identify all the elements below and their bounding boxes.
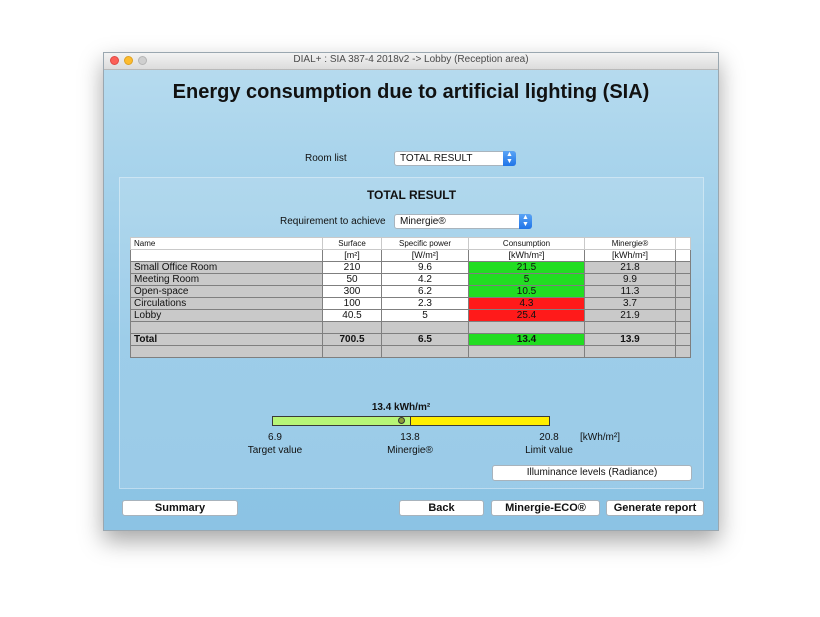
requirement-label: Requirement to achieve xyxy=(280,216,386,227)
panel-title: TOTAL RESULT xyxy=(366,188,457,202)
total-power: 6.5 xyxy=(381,333,469,346)
row-name: Open-space xyxy=(130,285,323,298)
table-spacer-row xyxy=(130,345,691,358)
gauge-unit: [kWh/m²] xyxy=(580,432,620,443)
header-power: Specific power xyxy=(381,237,469,250)
row-surface[interactable]: 50 xyxy=(322,273,382,286)
row-power[interactable]: 9.6 xyxy=(381,261,469,274)
total-surface: 700.5 xyxy=(322,333,382,346)
gauge-value-label: 13.4 kWh/m² xyxy=(371,402,431,413)
row-minergie: 9.9 xyxy=(584,273,676,286)
summary-button[interactable]: Summary xyxy=(122,500,238,516)
row-pad xyxy=(675,297,691,310)
chevron-updown-icon: ▲ ▼ xyxy=(519,214,532,229)
table-row[interactable]: Meeting Room 50 4.2 5 9.9 xyxy=(130,273,691,286)
row-surface[interactable]: 40.5 xyxy=(322,309,382,322)
generate-report-button[interactable]: Generate report xyxy=(606,500,704,516)
gauge-minergie-caption: Minergie® xyxy=(387,445,433,456)
row-pad xyxy=(675,273,691,286)
row-pad xyxy=(675,261,691,274)
table-spacer-row xyxy=(130,321,691,334)
row-minergie: 21.9 xyxy=(584,309,676,322)
total-name: Total xyxy=(130,333,323,346)
row-name: Lobby xyxy=(130,309,323,322)
row-name: Circulations xyxy=(130,297,323,310)
table-units-row: [m²] [W/m²] [kWh/m²] [kWh/m²] xyxy=(130,249,691,262)
row-power[interactable]: 6.2 xyxy=(381,285,469,298)
row-consumption: 5 xyxy=(468,273,585,286)
header-consumption: Consumption xyxy=(468,237,585,250)
unit-minergie: [kWh/m²] xyxy=(584,249,676,262)
results-table: Name Surface Specific power Consumption … xyxy=(130,237,691,358)
table-header-row: Name Surface Specific power Consumption … xyxy=(130,237,691,250)
table-row[interactable]: Lobby 40.5 5 25.4 21.9 xyxy=(130,309,691,322)
row-consumption: 25.4 xyxy=(468,309,585,322)
chevron-updown-icon: ▲ ▼ xyxy=(503,151,516,166)
room-list-label: Room list xyxy=(305,153,347,164)
minergie-eco-button[interactable]: Minergie-ECO® xyxy=(491,500,600,516)
gauge-green-segment xyxy=(272,416,411,426)
requirement-select[interactable]: Minergie® ▲ ▼ xyxy=(394,214,532,229)
header-pad xyxy=(675,237,691,250)
row-consumption: 4.3 xyxy=(468,297,585,310)
total-consumption: 13.4 xyxy=(468,333,585,346)
table-row[interactable]: Open-space 300 6.2 10.5 11.3 xyxy=(130,285,691,298)
window-title: DIAL+ : SIA 387-4 2018v2 -> Lobby (Recep… xyxy=(293,54,529,65)
unit-pad xyxy=(675,249,691,262)
back-button[interactable]: Back xyxy=(399,500,484,516)
room-list-value: TOTAL RESULT xyxy=(400,153,473,164)
app-window: DIAL+ : SIA 387-4 2018v2 -> Lobby (Recep… xyxy=(103,52,719,531)
gauge-target-caption: Target value xyxy=(247,445,303,456)
requirement-value: Minergie® xyxy=(400,216,446,227)
header-minergie: Minergie® xyxy=(584,237,676,250)
gauge-marker-icon xyxy=(398,417,405,424)
row-power[interactable]: 4.2 xyxy=(381,273,469,286)
table-row[interactable]: Circulations 100 2.3 4.3 3.7 xyxy=(130,297,691,310)
unit-name xyxy=(130,249,323,262)
row-name: Small Office Room xyxy=(130,261,323,274)
row-surface[interactable]: 210 xyxy=(322,261,382,274)
row-consumption: 10.5 xyxy=(468,285,585,298)
page-title: Energy consumption due to artificial lig… xyxy=(172,81,650,103)
row-pad xyxy=(675,309,691,322)
header-surface: Surface xyxy=(322,237,382,250)
header-name: Name xyxy=(130,237,323,250)
gauge-minergie-value: 13.8 xyxy=(400,432,420,443)
row-minergie: 21.8 xyxy=(584,261,676,274)
row-name: Meeting Room xyxy=(130,273,323,286)
row-pad xyxy=(675,285,691,298)
illuminance-levels-button[interactable]: Illuminance levels (Radiance) xyxy=(492,465,692,481)
room-list-select[interactable]: TOTAL RESULT ▲ ▼ xyxy=(394,151,516,166)
table-row[interactable]: Small Office Room 210 9.6 21.5 21.8 xyxy=(130,261,691,274)
gauge-limit-caption: Limit value xyxy=(525,445,573,456)
unit-power: [W/m²] xyxy=(381,249,469,262)
row-surface[interactable]: 100 xyxy=(322,297,382,310)
total-minergie: 13.9 xyxy=(584,333,676,346)
row-minergie: 3.7 xyxy=(584,297,676,310)
table-total-row: Total 700.5 6.5 13.4 13.9 xyxy=(130,333,691,346)
row-power[interactable]: 2.3 xyxy=(381,297,469,310)
unit-consumption: [kWh/m²] xyxy=(468,249,585,262)
title-bar: DIAL+ : SIA 387-4 2018v2 -> Lobby (Recep… xyxy=(104,53,718,70)
row-power[interactable]: 5 xyxy=(381,309,469,322)
gauge-target-value: 6.9 xyxy=(268,432,282,443)
row-minergie: 11.3 xyxy=(584,285,676,298)
gauge-yellow-segment xyxy=(410,416,550,426)
unit-surface: [m²] xyxy=(322,249,382,262)
row-surface[interactable]: 300 xyxy=(322,285,382,298)
row-consumption: 21.5 xyxy=(468,261,585,274)
total-pad xyxy=(675,333,691,346)
